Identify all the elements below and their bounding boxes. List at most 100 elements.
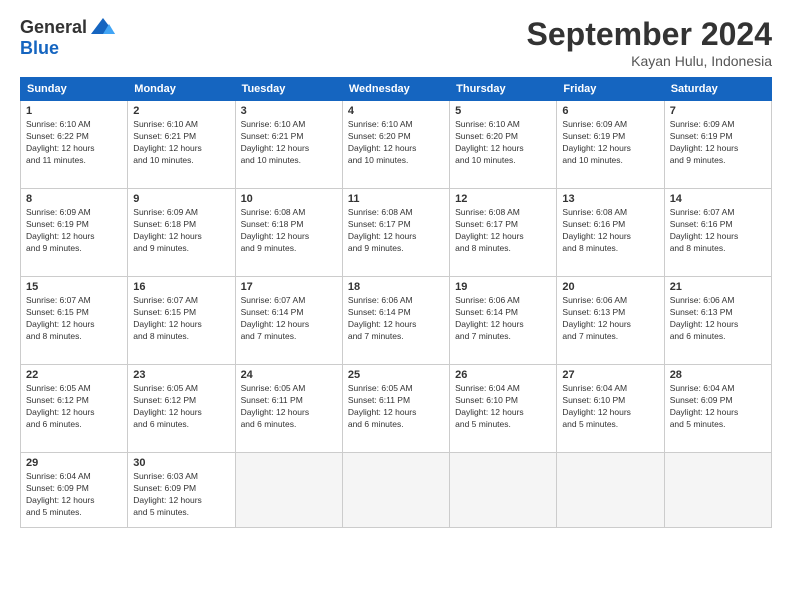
day-info: Sunrise: 6:07 AM Sunset: 6:15 PM Dayligh… [133,295,229,343]
day-number: 9 [133,193,229,205]
table-row: 13 Sunrise: 6:08 AM Sunset: 6:16 PM Dayli… [557,189,664,277]
day-number: 25 [348,369,444,381]
day-number: 24 [241,369,337,381]
table-row: 17 Sunrise: 6:07 AM Sunset: 6:14 PM Dayli… [235,277,342,365]
day-info: Sunrise: 6:06 AM Sunset: 6:14 PM Dayligh… [455,295,551,343]
table-row: 27 Sunrise: 6:04 AM Sunset: 6:10 PM Dayli… [557,365,664,453]
day-info: Sunrise: 6:09 AM Sunset: 6:19 PM Dayligh… [562,119,658,167]
logo-icon [89,16,117,38]
table-row: 10 Sunrise: 6:08 AM Sunset: 6:18 PM Dayli… [235,189,342,277]
table-row: 3 Sunrise: 6:10 AM Sunset: 6:21 PM Daylig… [235,101,342,189]
day-number: 20 [562,281,658,293]
day-number: 15 [26,281,122,293]
table-row: 9 Sunrise: 6:09 AM Sunset: 6:18 PM Daylig… [128,189,235,277]
table-row: 4 Sunrise: 6:10 AM Sunset: 6:20 PM Daylig… [342,101,449,189]
day-number: 23 [133,369,229,381]
table-row: 8 Sunrise: 6:09 AM Sunset: 6:19 PM Daylig… [21,189,128,277]
day-number: 1 [26,105,122,117]
day-info: Sunrise: 6:03 AM Sunset: 6:09 PM Dayligh… [133,471,229,519]
day-number: 26 [455,369,551,381]
logo-general-text: General [20,17,87,38]
day-info: Sunrise: 6:05 AM Sunset: 6:11 PM Dayligh… [348,383,444,431]
day-info: Sunrise: 6:10 AM Sunset: 6:21 PM Dayligh… [133,119,229,167]
table-row: 14 Sunrise: 6:07 AM Sunset: 6:16 PM Dayli… [664,189,771,277]
month-title: September 2024 [527,16,772,53]
day-info: Sunrise: 6:09 AM Sunset: 6:19 PM Dayligh… [26,207,122,255]
table-row: 24 Sunrise: 6:05 AM Sunset: 6:11 PM Dayli… [235,365,342,453]
day-info: Sunrise: 6:05 AM Sunset: 6:12 PM Dayligh… [26,383,122,431]
calendar-table: Sunday Monday Tuesday Wednesday Thursday… [20,77,772,528]
day-number: 22 [26,369,122,381]
table-row: 21Sunrise: 6:06 AM Sunset: 6:13 PM Dayli… [664,277,771,365]
day-number: 21 [670,281,766,293]
table-row [557,453,664,528]
table-row: 11 Sunrise: 6:08 AM Sunset: 6:17 PM Dayli… [342,189,449,277]
day-number: 11 [348,193,444,205]
header-tuesday: Tuesday [235,78,342,101]
day-info: Sunrise: 6:08 AM Sunset: 6:17 PM Dayligh… [348,207,444,255]
calendar-header-row: Sunday Monday Tuesday Wednesday Thursday… [21,78,772,101]
day-info: Sunrise: 6:05 AM Sunset: 6:11 PM Dayligh… [241,383,337,431]
day-number: 18 [348,281,444,293]
table-row: 23 Sunrise: 6:05 AM Sunset: 6:12 PM Dayli… [128,365,235,453]
day-number: 19 [455,281,551,293]
day-info: Sunrise: 6:04 AM Sunset: 6:10 PM Dayligh… [562,383,658,431]
day-number: 5 [455,105,551,117]
table-row: 16 Sunrise: 6:07 AM Sunset: 6:15 PM Dayli… [128,277,235,365]
day-info: Sunrise: 6:08 AM Sunset: 6:17 PM Dayligh… [455,207,551,255]
day-info: Sunrise: 6:06 AM Sunset: 6:14 PM Dayligh… [348,295,444,343]
table-row: 15 Sunrise: 6:07 AM Sunset: 6:15 PM Dayli… [21,277,128,365]
table-row: 30 Sunrise: 6:03 AM Sunset: 6:09 PM Dayli… [128,453,235,528]
day-number: 10 [241,193,337,205]
day-info: Sunrise: 6:04 AM Sunset: 6:09 PM Dayligh… [26,471,122,519]
table-row [342,453,449,528]
table-row [664,453,771,528]
day-info: Sunrise: 6:10 AM Sunset: 6:20 PM Dayligh… [348,119,444,167]
table-row: 22 Sunrise: 6:05 AM Sunset: 6:12 PM Dayli… [21,365,128,453]
table-row: 2 Sunrise: 6:10 AM Sunset: 6:21 PM Daylig… [128,101,235,189]
day-info: Sunrise: 6:06 AM Sunset: 6:13 PM Dayligh… [562,295,658,343]
title-section: September 2024 Kayan Hulu, Indonesia [527,16,772,69]
logo: General Blue [20,16,117,59]
table-row [450,453,557,528]
day-info: Sunrise: 6:07 AM Sunset: 6:16 PM Dayligh… [670,207,766,255]
day-info: Sunrise: 6:07 AM Sunset: 6:14 PM Dayligh… [241,295,337,343]
day-number: 2 [133,105,229,117]
day-info: Sunrise: 6:04 AM Sunset: 6:09 PM Dayligh… [670,383,766,431]
header-wednesday: Wednesday [342,78,449,101]
day-number: 7 [670,105,766,117]
day-number: 29 [26,457,122,469]
day-info: Sunrise: 6:10 AM Sunset: 6:22 PM Dayligh… [26,119,122,167]
day-number: 28 [670,369,766,381]
day-info: Sunrise: 6:07 AM Sunset: 6:15 PM Dayligh… [26,295,122,343]
table-row: 5Sunrise: 6:10 AM Sunset: 6:20 PM Daylig… [450,101,557,189]
day-info: Sunrise: 6:10 AM Sunset: 6:21 PM Dayligh… [241,119,337,167]
table-row: 1 Sunrise: 6:10 AM Sunset: 6:22 PM Daylig… [21,101,128,189]
header-friday: Friday [557,78,664,101]
day-number: 14 [670,193,766,205]
day-number: 6 [562,105,658,117]
day-info: Sunrise: 6:09 AM Sunset: 6:19 PM Dayligh… [670,119,766,167]
table-row: 25 Sunrise: 6:05 AM Sunset: 6:11 PM Dayli… [342,365,449,453]
day-number: 4 [348,105,444,117]
header-sunday: Sunday [21,78,128,101]
table-row: 6 Sunrise: 6:09 AM Sunset: 6:19 PM Daylig… [557,101,664,189]
logo-blue-text: Blue [20,38,59,59]
day-number: 13 [562,193,658,205]
table-row: 20 Sunrise: 6:06 AM Sunset: 6:13 PM Dayli… [557,277,664,365]
table-row: 7 Sunrise: 6:09 AM Sunset: 6:19 PM Daylig… [664,101,771,189]
location-subtitle: Kayan Hulu, Indonesia [527,53,772,69]
day-number: 17 [241,281,337,293]
day-number: 27 [562,369,658,381]
day-info: Sunrise: 6:05 AM Sunset: 6:12 PM Dayligh… [133,383,229,431]
day-info: Sunrise: 6:09 AM Sunset: 6:18 PM Dayligh… [133,207,229,255]
day-number: 12 [455,193,551,205]
day-info: Sunrise: 6:08 AM Sunset: 6:18 PM Dayligh… [241,207,337,255]
table-row: 28 Sunrise: 6:04 AM Sunset: 6:09 PM Dayli… [664,365,771,453]
table-row [235,453,342,528]
day-info: Sunrise: 6:08 AM Sunset: 6:16 PM Dayligh… [562,207,658,255]
day-number: 30 [133,457,229,469]
day-number: 16 [133,281,229,293]
day-number: 3 [241,105,337,117]
day-number: 8 [26,193,122,205]
